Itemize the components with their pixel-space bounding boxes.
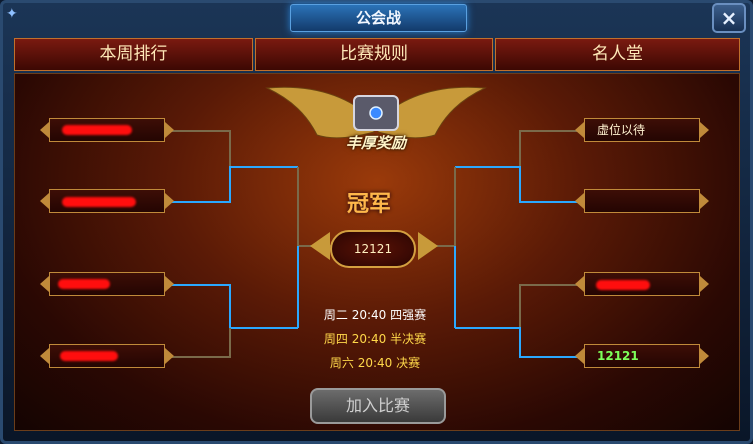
line-left-3	[166, 284, 298, 329]
line-left-2	[166, 166, 298, 203]
join-match-button[interactable]: 加入比赛	[310, 388, 446, 424]
slot-right-arrow-icon	[165, 348, 174, 364]
champion-name-plate: 12121	[330, 230, 416, 268]
schedule-line-quarterfinal: 周二 20:40 四强赛	[323, 308, 427, 322]
redacted-name-mark	[60, 351, 118, 361]
title-bar: ✦ 公会战 ×	[0, 0, 753, 34]
schedule-line-final: 周六 20:40 决赛	[329, 356, 421, 370]
slot-right-arrow-icon	[165, 276, 174, 292]
slot-left-arrow-icon	[40, 122, 49, 138]
slot-left-arrow-icon	[40, 193, 49, 209]
tab-match-rules[interactable]: 比赛规则	[255, 38, 493, 71]
slot-left-arrow-icon	[575, 348, 584, 364]
bracket-slot-right-1[interactable]: 虚位以待	[575, 118, 709, 142]
champion-label: 冠军	[346, 192, 391, 217]
slot-left-arrow-icon	[40, 348, 49, 364]
bracket-slot-right-2[interactable]	[575, 189, 709, 213]
bracket-slot-right-4[interactable]: 12121	[575, 344, 709, 368]
redacted-name-mark	[62, 125, 132, 135]
slot-right-arrow-icon	[700, 348, 709, 364]
slot-right-arrow-icon	[700, 193, 709, 209]
slot-right-arrow-icon	[700, 122, 709, 138]
right-wing-ornament-icon	[418, 232, 438, 260]
redacted-name-mark	[58, 279, 110, 289]
reward-emblem: 丰厚奖励	[262, 80, 490, 162]
slot-right-arrow-icon	[165, 193, 174, 209]
schedule-line-semifinal: 周四 20:40 半决赛	[323, 332, 427, 346]
tab-weekly-ranking[interactable]: 本周排行	[14, 38, 253, 71]
close-button[interactable]: ×	[712, 3, 746, 33]
slot-right-arrow-icon	[165, 122, 174, 138]
slot-left-arrow-icon	[575, 122, 584, 138]
line-right-2	[455, 166, 585, 203]
line-right-4	[455, 327, 585, 358]
line-left-1	[166, 130, 231, 167]
slot-left-arrow-icon	[40, 276, 49, 292]
left-wing-ornament-icon	[310, 232, 330, 260]
line-left-4	[166, 328, 231, 358]
window-title: 公会战	[355, 9, 401, 27]
corner-ornament-icon: ✦	[6, 6, 18, 22]
reward-label: 丰厚奖励	[345, 134, 406, 152]
title-plate: 公会战	[290, 4, 467, 32]
redacted-name-mark	[62, 197, 136, 207]
tab-hall-of-fame[interactable]: 名人堂	[495, 38, 740, 71]
guild-war-window: ✦ 公会战 × 本周排行 比赛规则 名人堂 虚位以待 12121 丰厚奖励 冠军…	[0, 0, 753, 444]
slot-left-arrow-icon	[575, 193, 584, 209]
slot-left-arrow-icon	[575, 276, 584, 292]
redacted-name-mark	[596, 280, 650, 290]
slot-right-arrow-icon	[700, 276, 709, 292]
